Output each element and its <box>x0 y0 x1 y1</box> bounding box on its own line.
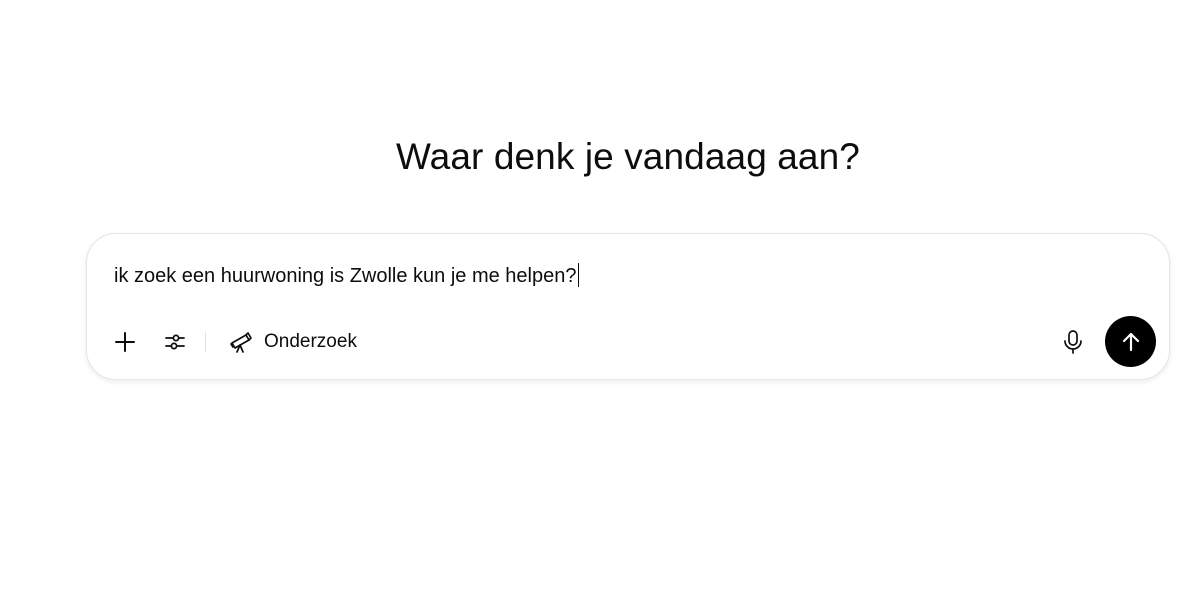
research-label: Onderzoek <box>264 331 357 352</box>
plus-icon <box>115 332 135 352</box>
page: Waar denk je vandaag aan? ik zoek een hu… <box>0 0 1200 600</box>
sliders-icon <box>165 334 185 350</box>
page-heading: Waar denk je vandaag aan? <box>396 136 860 177</box>
prompt-composer[interactable]: ik zoek een huurwoning is Zwolle kun je … <box>86 233 1170 380</box>
add-button[interactable] <box>105 322 145 362</box>
telescope-icon <box>230 332 252 353</box>
microphone-icon <box>1064 329 1082 354</box>
toolbar-divider <box>205 332 206 352</box>
arrow-up-icon <box>1122 332 1139 351</box>
prompt-input-value[interactable]: ik zoek een huurwoning is Zwolle kun je … <box>114 265 577 287</box>
send-button[interactable] <box>1105 316 1156 367</box>
text-caret <box>577 263 579 287</box>
composer-actions <box>1053 316 1156 367</box>
prompt-input[interactable]: ik zoek een huurwoning is Zwolle kun je … <box>114 263 579 288</box>
composer-toolbar: Onderzoek <box>105 322 363 362</box>
research-button[interactable]: Onderzoek <box>216 322 363 362</box>
tools-button[interactable] <box>155 322 195 362</box>
dictate-button[interactable] <box>1053 322 1093 362</box>
